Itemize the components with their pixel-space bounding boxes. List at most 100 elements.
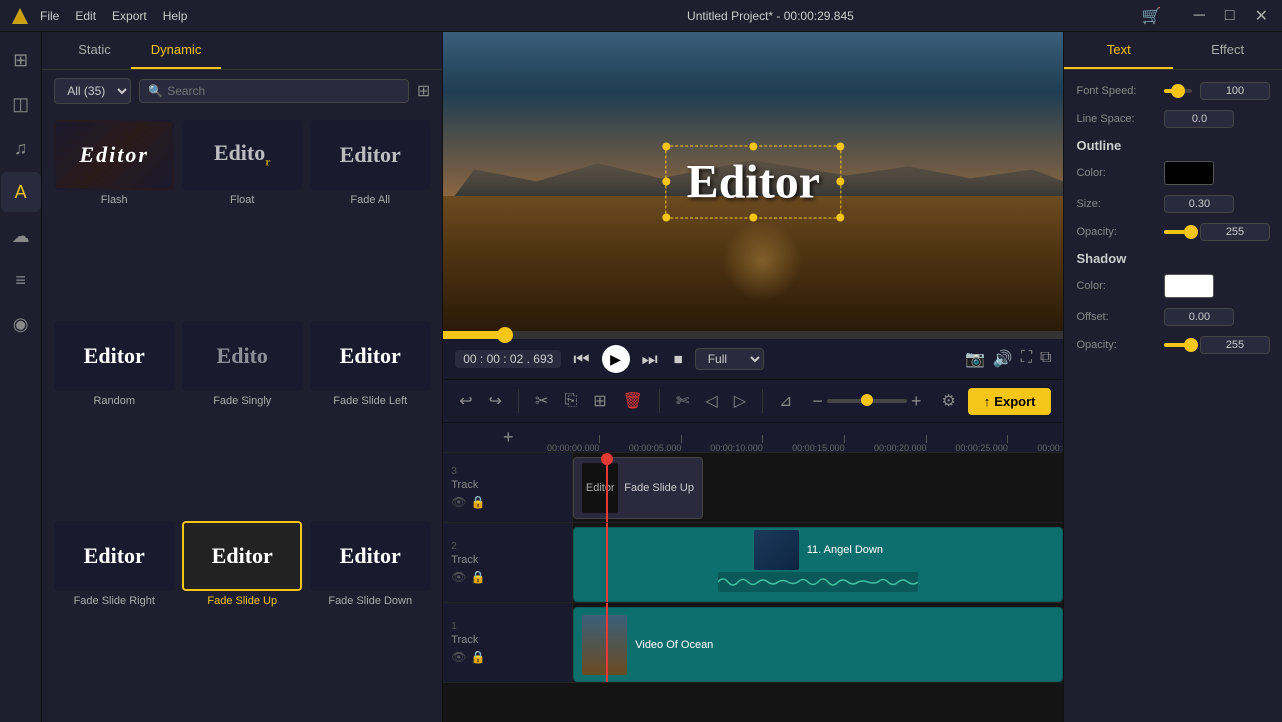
shadow-color-swatch[interactable]	[1164, 274, 1214, 298]
template-random[interactable]: Editor Random	[54, 321, 174, 514]
shadow-opacity-label: Opacity:	[1076, 339, 1156, 351]
sidebar-icon-text[interactable]: A	[1, 172, 41, 212]
template-label-fade-slide-down: Fade Slide Down	[328, 595, 412, 607]
font-speed-slider[interactable]	[1164, 89, 1192, 93]
copy-button[interactable]: ⎘	[560, 388, 581, 414]
clip-text-fade-slide-up[interactable]: Editor Fade Slide Up	[573, 457, 703, 519]
outline-size-row: Size: 0.30	[1076, 195, 1270, 213]
track-lock-icon-2[interactable]: 🔒	[470, 570, 485, 584]
zoom-slider-thumb[interactable]	[861, 394, 873, 406]
marker-button[interactable]: ⊿	[775, 387, 796, 415]
time-display: 00 : 00 : 02 . 693	[455, 350, 561, 368]
sidebar-icons: ⊞ ◫ ♫ A ☁ ≡ ◉	[0, 32, 42, 722]
tab-text[interactable]: Text	[1064, 32, 1173, 69]
search-input[interactable]	[167, 84, 400, 98]
ruler-mark-1: 00:00:05.000	[655, 435, 708, 453]
shadow-opacity-thumb[interactable]	[1184, 338, 1198, 352]
track-visibility-icon-1[interactable]: 👁	[451, 650, 466, 664]
scrubber-thumb[interactable]	[497, 327, 513, 343]
menu-edit[interactable]: Edit	[75, 9, 96, 23]
sidebar-icon-layers[interactable]: ◫	[1, 84, 41, 124]
toolbar-sep-1	[518, 389, 519, 413]
tab-dynamic[interactable]: Dynamic	[131, 32, 222, 69]
template-flash[interactable]: Editor Flash	[54, 120, 174, 313]
zoom-in-button[interactable]: +	[911, 391, 922, 412]
duplicate-button[interactable]: ⊞	[589, 387, 610, 415]
cart-icon[interactable]: 🛒	[1136, 4, 1168, 28]
template-fade-all[interactable]: Editor Fade All	[310, 120, 430, 313]
sidebar-icon-sticker[interactable]: ◉	[1, 304, 41, 344]
menu-file[interactable]: File	[40, 9, 59, 23]
template-label-float: Float	[230, 194, 254, 206]
template-text-fade-slide-up: Editor	[212, 543, 273, 569]
track-lock-icon-3[interactable]: 🔒	[470, 495, 485, 509]
zoom-out-button[interactable]: −	[812, 391, 823, 412]
delete-button[interactable]: 🗑	[619, 387, 647, 415]
zoom-select[interactable]: Full 50% 75% 100%	[695, 348, 764, 370]
scrubber-fill	[443, 331, 505, 339]
export-button[interactable]: ↑ Export	[968, 388, 1052, 415]
handle-bm[interactable]	[749, 213, 757, 221]
stop-button[interactable]: ⏹	[670, 347, 687, 372]
outline-opacity-slider[interactable]	[1164, 230, 1192, 234]
template-float[interactable]: Editor Float	[182, 120, 302, 313]
trim-button[interactable]: ✂	[531, 387, 552, 415]
track-lock-icon-1[interactable]: 🔒	[470, 650, 485, 664]
handle-mr[interactable]	[836, 178, 844, 186]
split-icon[interactable]: ⧉	[1040, 349, 1051, 369]
outline-opacity-thumb[interactable]	[1184, 225, 1198, 239]
close-button[interactable]: ✕	[1249, 4, 1274, 28]
shadow-opacity-slider[interactable]	[1164, 343, 1192, 347]
handle-ml[interactable]	[663, 178, 671, 186]
handle-tm[interactable]	[749, 142, 757, 150]
font-speed-thumb[interactable]	[1171, 84, 1185, 98]
handle-tl[interactable]	[663, 142, 671, 150]
shadow-color-row: Color:	[1076, 274, 1270, 298]
volume-icon[interactable]: 🔊	[993, 349, 1013, 369]
minimize-button[interactable]: ─	[1188, 5, 1211, 27]
maximize-button[interactable]: □	[1219, 5, 1241, 27]
scrubber-bar[interactable]	[443, 331, 1063, 339]
tab-static[interactable]: Static	[58, 32, 131, 69]
clip-angel-down[interactable]: 11. Angel Down	[573, 527, 1063, 602]
clip-thumb-ocean	[582, 615, 627, 675]
settings-button[interactable]: ⚙	[937, 387, 959, 415]
outline-color-swatch[interactable]	[1164, 161, 1214, 185]
track-icons-2: 👁 🔒	[451, 570, 485, 584]
track-visibility-icon-2[interactable]: 👁	[451, 570, 466, 584]
template-fade-slide-up[interactable]: Editor Fade Slide Up	[182, 521, 302, 714]
zoom-slider[interactable]	[827, 399, 907, 403]
play-button[interactable]: ▶	[602, 345, 630, 373]
grid-toggle-icon[interactable]: ⊞	[417, 81, 430, 101]
fullscreen-icon[interactable]: ⛶	[1021, 349, 1032, 369]
next-frame-button[interactable]: ▷	[730, 387, 750, 415]
sidebar-icon-media[interactable]: ⊞	[1, 40, 41, 80]
template-text-flash: Editor	[80, 142, 149, 168]
tab-effect[interactable]: Effect	[1173, 32, 1282, 69]
shadow-color-label: Color:	[1076, 280, 1156, 292]
menu-export[interactable]: Export	[112, 9, 147, 23]
redo-button[interactable]: ↪	[485, 387, 506, 415]
undo-button[interactable]: ↩	[455, 387, 476, 415]
add-track-button[interactable]: +	[493, 423, 523, 453]
preview-text-overlay[interactable]: Editor	[666, 145, 841, 218]
template-fade-slide-down[interactable]: Editor Fade Slide Down	[310, 521, 430, 714]
filter-select[interactable]: All (35) Flash Float Fade	[54, 78, 131, 104]
template-fade-singly[interactable]: Edito Fade Singly	[182, 321, 302, 514]
sidebar-icon-audio[interactable]: ♫	[1, 128, 41, 168]
prev-frame-button[interactable]: ◁	[701, 387, 721, 415]
handle-bl[interactable]	[663, 213, 671, 221]
clip-ocean[interactable]: Video Of Ocean	[573, 607, 1063, 682]
sidebar-icon-filter[interactable]: ≡	[1, 260, 41, 300]
cut-button[interactable]: ✄	[672, 387, 693, 415]
skip-forward-button[interactable]: ⏭	[638, 347, 662, 372]
screenshot-icon[interactable]: 📷	[965, 349, 985, 369]
menu-help[interactable]: Help	[163, 9, 188, 23]
clip-video-header: 11. Angel Down	[746, 528, 891, 572]
track-visibility-icon-3[interactable]: 👁	[451, 495, 466, 509]
template-fade-slide-right[interactable]: Editor Fade Slide Right	[54, 521, 174, 714]
ruler-mark-0: 00:00:00.000	[573, 435, 626, 453]
skip-back-button[interactable]: ⏮	[569, 347, 593, 372]
template-fade-slide-left[interactable]: Editor Fade Slide Left	[310, 321, 430, 514]
sidebar-icon-effects[interactable]: ☁	[1, 216, 41, 256]
